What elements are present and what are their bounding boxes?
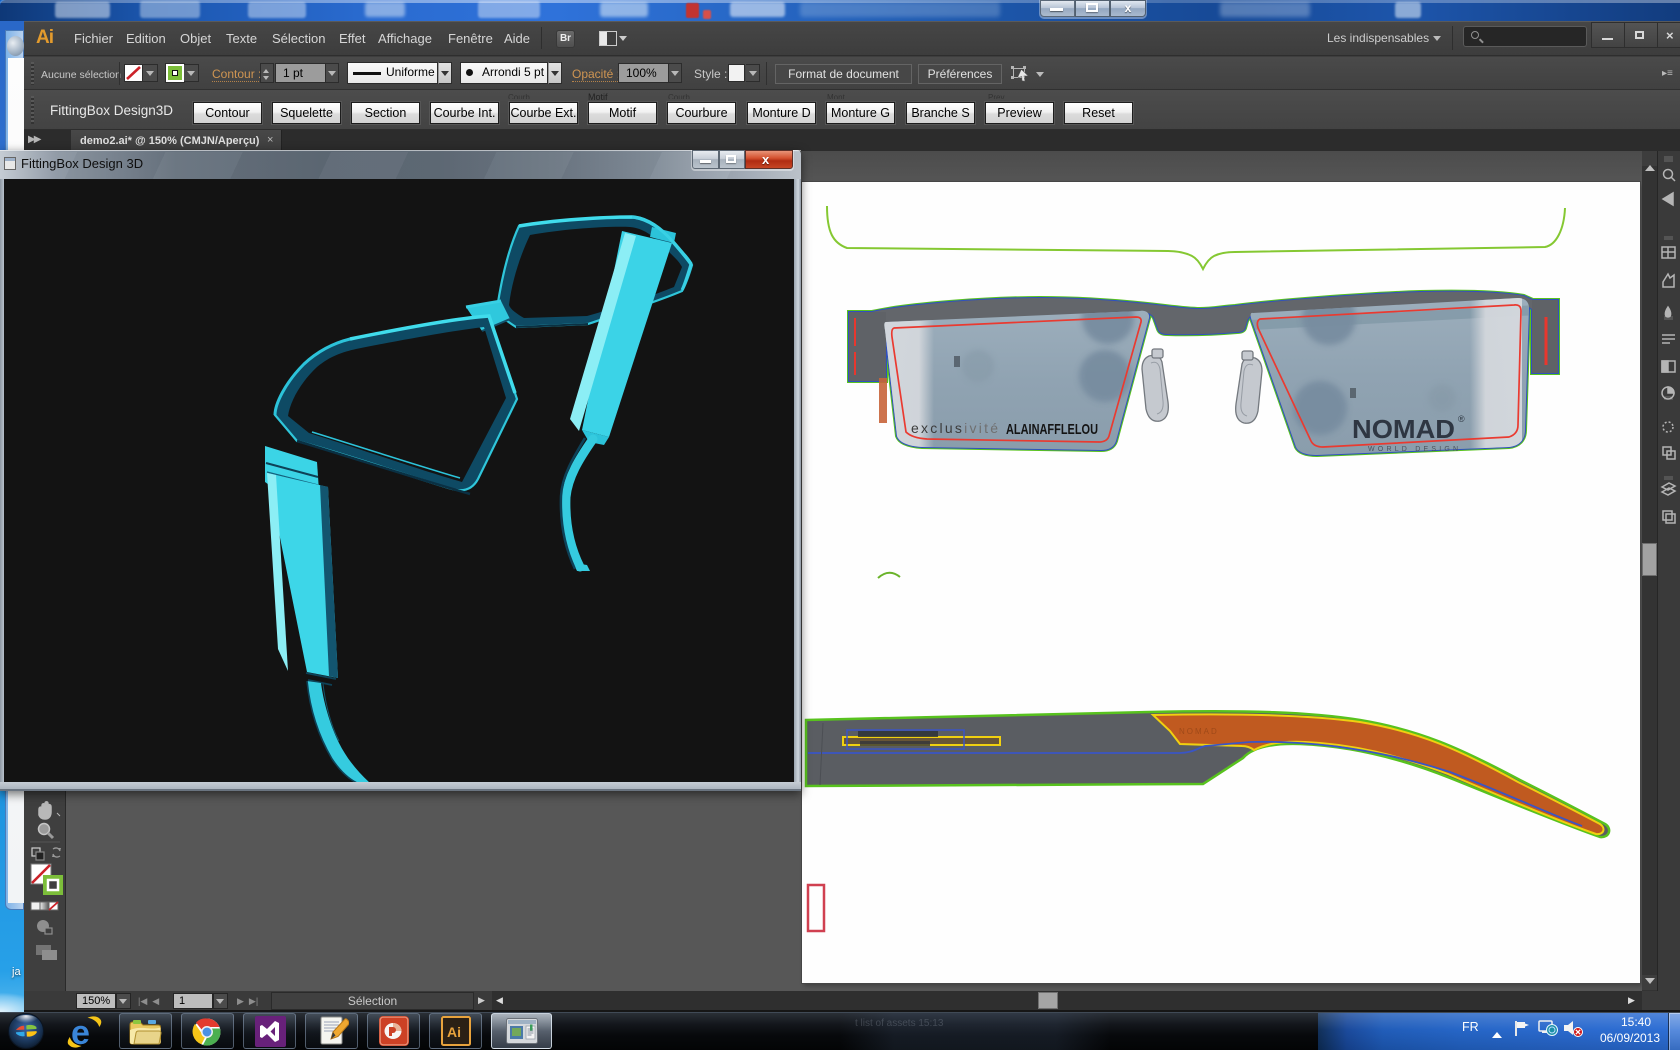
svg-text:WORLD DESIGN: WORLD DESIGN [1368, 446, 1461, 453]
svg-text:ALAINAFFLELOU: ALAINAFFLELOU [1006, 421, 1098, 438]
svg-text:e: e [71, 1014, 90, 1050]
svg-text:Ai: Ai [447, 1024, 461, 1040]
svg-text:exclusivité: exclusivité [911, 420, 998, 436]
svg-text:NOMAD: NOMAD [1352, 414, 1455, 444]
svg-text:NOMAD: NOMAD [1179, 727, 1219, 736]
svg-text:®: ® [1458, 414, 1465, 424]
